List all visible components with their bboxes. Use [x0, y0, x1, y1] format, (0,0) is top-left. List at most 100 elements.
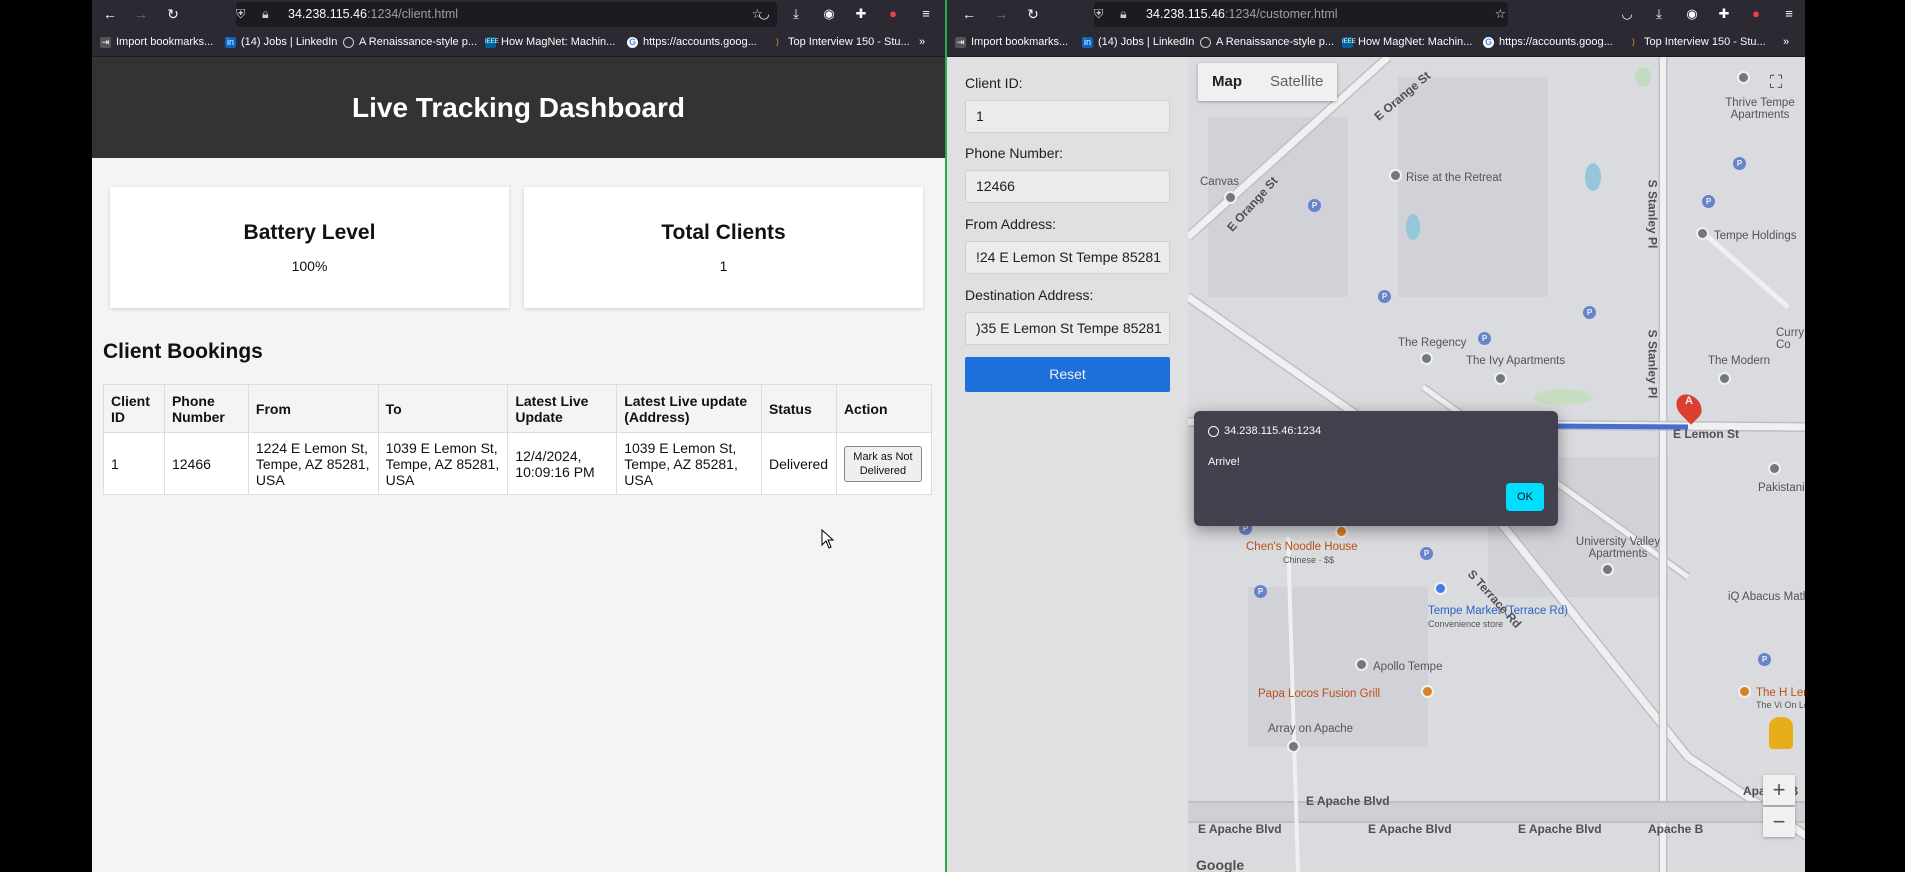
ublock-icon[interactable]: ●	[885, 6, 901, 22]
bookmarks-bar: ⇥ Import bookmarks... in (14) Jobs | Linke…	[92, 29, 945, 57]
account-icon[interactable]: ◉	[821, 6, 837, 22]
bookmark-label: (14) Jobs | LinkedIn	[1098, 36, 1195, 48]
bookmark-item[interactable]: ⇥ Import bookmarks...	[955, 36, 1068, 48]
toolbar: ← → ↻ ⛨ 🔒︎ 34.238.115.46:1234/customer.h…	[947, 0, 1805, 29]
cell-latest-address: 1039 E Lemon St, Tempe, AZ 85281, USA	[616, 432, 762, 495]
back-icon[interactable]: ←	[102, 6, 118, 22]
linkedin-icon: in	[225, 36, 236, 48]
bookmark-item[interactable]: ⇥ Import bookmarks...	[100, 36, 213, 48]
downloads-icon[interactable]: ⤓	[1651, 6, 1667, 22]
forward-icon[interactable]: →	[993, 6, 1009, 22]
import-icon: ⇥	[955, 36, 966, 48]
cell-phone: 12466	[163, 432, 249, 495]
downloads-icon[interactable]: ⤓	[788, 6, 804, 22]
cell-status: Delivered	[760, 432, 837, 495]
alert-dialog: 34.238.115.46:1234 Arrive! OK	[1194, 411, 1558, 526]
url-host: 34.238.115.46	[288, 7, 368, 21]
bookmark-label: How MagNet: Machin...	[1358, 36, 1473, 48]
address-bar[interactable]: ⛨ 🔒︎ 34.238.115.46:1234/client.html ☆	[236, 2, 777, 27]
back-icon[interactable]: ←	[961, 6, 977, 22]
mark-not-delivered-button[interactable]: Mark as Not Delivered	[843, 445, 922, 482]
ok-button[interactable]: OK	[1506, 483, 1544, 511]
column-header: Phone Number	[163, 384, 249, 433]
bookmark-label: https://accounts.goog...	[1499, 36, 1613, 48]
column-header: Latest Live Update	[507, 384, 618, 433]
cell-client-id: 1	[103, 432, 165, 495]
bookmark-item[interactable]: ⟩ Top Interview 150 - Stu...	[1628, 36, 1766, 48]
bookings-table: Client ID Phone Number From To Latest Li…	[103, 384, 933, 495]
extensions-icon[interactable]: ✚	[1716, 6, 1732, 22]
toolbar: ← → ↻ ⛨ 🔒︎ 34.238.115.46:1234/client.htm…	[92, 0, 945, 29]
globe-icon	[1200, 36, 1211, 48]
forward-icon[interactable]: →	[133, 6, 149, 22]
star-icon[interactable]: ☆	[1495, 2, 1506, 27]
bookmark-label: (14) Jobs | LinkedIn	[241, 36, 338, 48]
bookmark-item[interactable]: IEEE How MagNet: Machin...	[485, 36, 615, 48]
lock-icon: 🔒︎	[1120, 7, 1127, 21]
url-path: :1234/customer.html	[1225, 7, 1338, 21]
bookmark-label: How MagNet: Machin...	[501, 36, 616, 48]
client-browser-window: ← → ↻ ⛨ 🔒︎ 34.238.115.46:1234/client.htm…	[92, 0, 945, 872]
table-header-row: Client ID Phone Number From To Latest Li…	[103, 384, 933, 433]
cell-from: 1224 E Lemon St, Tempe, AZ 85281, USA	[247, 432, 379, 495]
bookmark-label: A Renaissance-style p...	[1216, 36, 1335, 48]
globe-icon	[343, 36, 354, 48]
column-header: Action	[835, 384, 933, 433]
ieee-icon: IEEE	[485, 36, 499, 48]
extensions-icon[interactable]: ✚	[853, 6, 869, 22]
bookmark-item[interactable]: A Renaissance-style p...	[343, 36, 477, 48]
bookmark-item[interactable]: in (14) Jobs | LinkedIn	[225, 36, 337, 48]
google-icon: G	[1483, 36, 1494, 48]
bookmark-item[interactable]: ⟩ Top Interview 150 - Stu...	[772, 36, 910, 48]
alert-origin: 34.238.115.46:1234	[1224, 425, 1322, 437]
address-bar[interactable]: ⛨ 🔒︎ 34.238.115.46:1234/customer.html ☆	[1094, 2, 1508, 27]
card-title: Battery Level	[243, 221, 376, 244]
leetcode-icon: ⟩	[1631, 36, 1636, 47]
bookmark-label: Top Interview 150 - Stu...	[1644, 36, 1766, 48]
more-bookmarks-icon[interactable]: »	[1783, 36, 1789, 48]
cell-action: Mark as Not Delivered	[835, 432, 933, 495]
bookmark-label: Import bookmarks...	[116, 36, 214, 48]
bookmark-label: Top Interview 150 - Stu...	[788, 36, 910, 48]
import-icon: ⇥	[100, 36, 111, 48]
url-host: 34.238.115.46	[1146, 7, 1226, 21]
shield-icon: ⛨	[236, 7, 246, 21]
page-header: Live Tracking Dashboard	[92, 57, 945, 158]
lock-icon: 🔒︎	[262, 7, 269, 21]
bookmark-item[interactable]: A Renaissance-style p...	[1200, 36, 1334, 48]
section-title: Client Bookings	[103, 340, 263, 363]
bookmark-item[interactable]: IEEE How MagNet: Machin...	[1342, 36, 1472, 48]
column-header: From	[247, 384, 379, 433]
url-path: :1234/client.html	[367, 7, 459, 21]
menu-icon[interactable]: ≡	[1781, 6, 1797, 22]
battery-value: 100%	[291, 258, 328, 274]
ieee-icon: IEEE	[1342, 36, 1356, 48]
customer-browser-window: ← → ↻ ⛨ 🔒︎ 34.238.115.46:1234/customer.h…	[947, 0, 1805, 872]
globe-icon	[1208, 425, 1219, 437]
more-bookmarks-icon[interactable]: »	[919, 36, 925, 48]
column-header: Status	[760, 384, 837, 433]
pocket-icon[interactable]: ◡	[1619, 6, 1635, 22]
page-title: Live Tracking Dashboard	[352, 92, 685, 123]
total-clients-value: 1	[719, 258, 728, 274]
bookmark-item[interactable]: Ghttps://accounts.goog...	[627, 36, 757, 48]
column-header: Latest Live update (Address)	[616, 384, 762, 433]
ublock-icon[interactable]: ●	[1748, 6, 1764, 22]
linkedin-icon: in	[1082, 36, 1093, 48]
google-icon: G	[627, 36, 638, 48]
bookmark-item[interactable]: Ghttps://accounts.goog...	[1483, 36, 1613, 48]
reload-icon[interactable]: ↻	[165, 6, 181, 22]
reload-icon[interactable]: ↻	[1025, 6, 1041, 22]
account-icon[interactable]: ◉	[1684, 6, 1700, 22]
cell-latest-update: 12/4/2024, 10:09:16 PM	[507, 432, 618, 495]
bookmark-label: Import bookmarks...	[971, 36, 1069, 48]
menu-icon[interactable]: ≡	[918, 6, 934, 22]
bookmark-item[interactable]: in (14) Jobs | LinkedIn	[1082, 36, 1194, 48]
total-clients-card: Total Clients 1	[524, 187, 923, 308]
leetcode-icon: ⟩	[775, 36, 780, 47]
column-header: Client ID	[103, 384, 165, 433]
pocket-icon[interactable]: ◡	[756, 6, 772, 22]
bookmark-label: A Renaissance-style p...	[359, 36, 478, 48]
cell-to: 1039 E Lemon St, Tempe, AZ 85281, USA	[377, 432, 509, 495]
alert-message: Arrive!	[1208, 456, 1240, 468]
